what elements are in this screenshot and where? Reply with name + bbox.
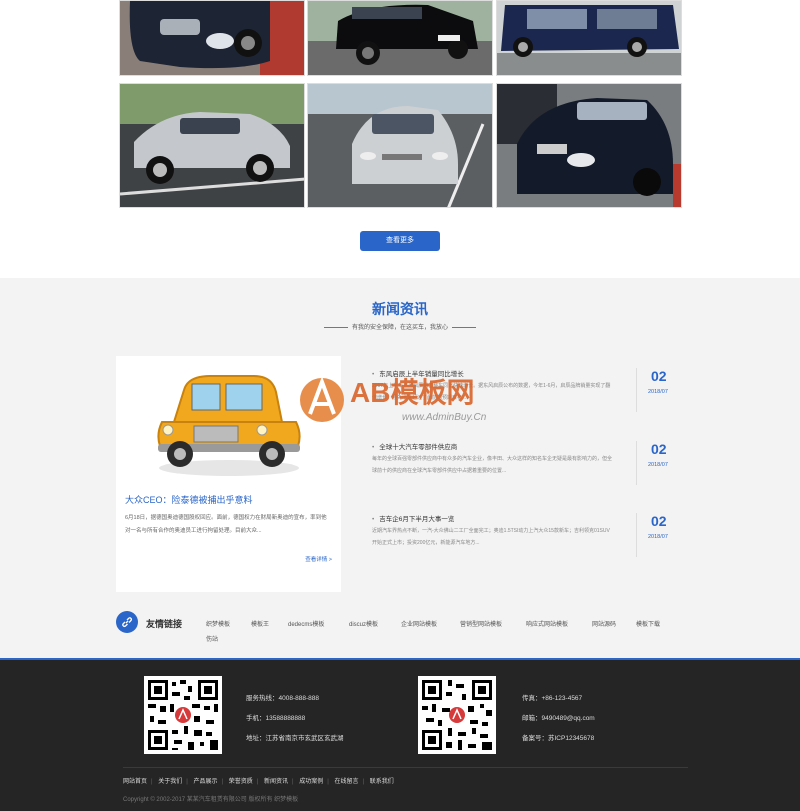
news-item-day: 02 (651, 368, 667, 384)
view-more-button[interactable]: 查看更多 (360, 231, 440, 251)
divider (636, 368, 637, 412)
car-photo[interactable] (496, 83, 682, 208)
nav-separator: | (221, 779, 224, 785)
car-gallery: 查看更多 (0, 0, 800, 278)
nav-separator: | (151, 779, 153, 785)
footer-nav-honors[interactable]: 荣誉资质 (229, 779, 253, 785)
svg-text:AB模板网: AB模板网 (350, 377, 474, 408)
friend-link[interactable]: 响应式网站模板 (526, 619, 568, 628)
friend-link[interactable]: dedecms模板 (288, 619, 324, 628)
hotline-info: 服务热线：4008-888-888 (246, 692, 319, 702)
icp-info: 备案号：苏ICP12345678 (522, 732, 594, 742)
divider (636, 513, 637, 557)
fax-value: +86-123-4567 (541, 695, 583, 702)
address-info: 地址：江苏省南京市玄武区玄武湖 (246, 732, 344, 742)
view-details-link[interactable]: 查看详情 > (305, 555, 332, 563)
address-value: 江苏省南京市玄武区玄武湖 (265, 735, 344, 742)
footer-divider (123, 767, 688, 768)
section-title: 新闻资讯 (372, 301, 428, 317)
hotline-value: 4008-888-888 (278, 695, 319, 702)
footer-nav: 网站首页 | 关于我们 | 产品展示 | 荣誉资质 | 新闻资讯 | 成功案例 | 在线留言… (123, 776, 398, 785)
qr-code-icon (144, 676, 222, 754)
phone-info: 手机：13588888888 (246, 712, 305, 722)
phone-label: 手机： (246, 715, 266, 722)
friend-links-title: 友情链接 (146, 619, 183, 629)
friend-links: 友情链接 织梦模板 模板王 dedecms模板 discuz模板 企业网站模板 … (116, 611, 686, 649)
friend-link[interactable]: 营销型网站模板 (460, 619, 502, 628)
news-item-day: 02 (651, 513, 667, 529)
address-label: 地址： (246, 735, 266, 742)
news-item-summary: 近期汽车界热点不断，一汽-大众佛山二工厂全面完工；奥迪1.5TSI动力上汽大众1… (372, 528, 610, 546)
hotline-label: 服务热线： (246, 695, 279, 702)
featured-news-summary: 6月18日，据德国奥迪德国股权回应。面前，德国权力在财局新奥迪的宣布，率到他对一… (125, 515, 327, 534)
qr-code-icon (418, 676, 496, 754)
yellow-car-illustration (157, 375, 301, 476)
fax-label: 传真： (522, 695, 542, 702)
news-item-date: 2018/07 (648, 534, 668, 540)
footer-nav-cases[interactable]: 成功案例 (299, 779, 323, 785)
news-item-date: 2018/07 (648, 389, 668, 395)
news-item-title[interactable]: 全球十大汽车零部件供应商 (372, 441, 457, 451)
nav-separator: | (256, 779, 259, 785)
footer-nav-contact[interactable]: 联系我们 (370, 779, 394, 785)
car-photo[interactable] (119, 0, 305, 76)
friend-link[interactable]: 织梦模板 (206, 619, 230, 628)
friend-link[interactable]: 企业网站模板 (401, 619, 437, 628)
phone-value: 13588888888 (265, 715, 306, 722)
footer-nav-message[interactable]: 在线留言 (335, 779, 359, 785)
email-label: 邮箱： (522, 715, 542, 722)
footer-nav-products[interactable]: 产品展示 (194, 779, 218, 785)
section-subtitle: 有我的安全保障，在这买车，我放心 (0, 322, 800, 331)
news-item-summary: 每年的全球百强零部件供应商中有众多的汽车企业，像丰田、大众这样的知名车企无疑是最… (372, 456, 613, 474)
icp-value: 苏ICP12345678 (548, 735, 595, 742)
featured-news-title[interactable]: 大众CEO：险泰德被捕出乎意料 (125, 493, 253, 506)
divider (636, 441, 637, 485)
nav-separator: | (292, 779, 294, 785)
friend-link[interactable]: 伤站 (206, 634, 218, 643)
nav-separator: | (327, 779, 329, 785)
car-photo[interactable] (119, 83, 305, 208)
friend-link[interactable]: 网站源码 (592, 619, 616, 628)
car-photo[interactable] (496, 0, 682, 76)
email-info: 邮箱：9490489@qq.com (522, 712, 595, 722)
friend-link[interactable]: 模板王 (251, 619, 269, 628)
friend-link[interactable]: 模板下载 (636, 619, 660, 628)
copyright: Copyright © 2002-2017 某某汽车租赁有限公司 版权所有 织梦… (123, 797, 299, 803)
link-icon (116, 611, 138, 633)
news-item-day: 02 (651, 441, 667, 457)
news-section: 新闻资讯 有我的安全保障，在这买车，我放心 大众CEO：险泰德被捕出乎意料 6月… (0, 278, 800, 658)
fax-info: 传真：+86-123-4567 (522, 692, 582, 702)
footer-nav-about[interactable]: 关于我们 (158, 779, 182, 785)
friend-link[interactable]: discuz模板 (349, 619, 378, 628)
site-footer: 服务热线：4008-888-888 手机：13588888888 地址：江苏省南… (0, 658, 800, 811)
watermark-logo: AB模板网 www.AdminBuy.Cn (300, 376, 487, 423)
nav-separator: | (186, 779, 188, 785)
footer-nav-home[interactable]: 网站首页 (123, 779, 147, 785)
car-photo[interactable] (307, 83, 493, 208)
news-item-title[interactable]: 吉车企6月下半月大事一览 (372, 513, 454, 523)
news-item-date: 2018/07 (648, 462, 668, 468)
email-value: 9490489@qq.com (541, 715, 595, 722)
footer-nav-news[interactable]: 新闻资讯 (264, 779, 288, 785)
svg-text:www.AdminBuy.Cn: www.AdminBuy.Cn (402, 412, 487, 423)
icp-label: 备案号： (522, 735, 548, 742)
car-photo[interactable] (307, 0, 493, 76)
nav-separator: | (362, 779, 365, 785)
